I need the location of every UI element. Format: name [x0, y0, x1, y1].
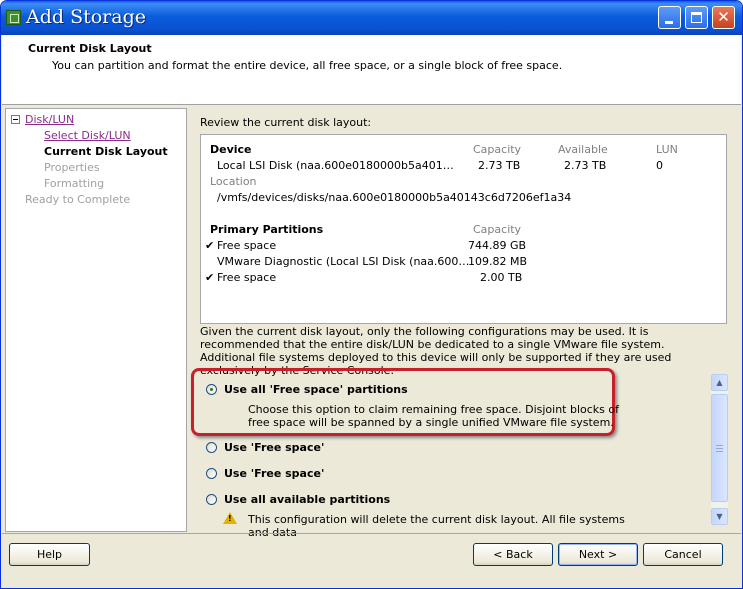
partition-capacity: 2.00 TB	[480, 271, 523, 284]
nav-item-properties: Properties	[44, 161, 100, 174]
nav-item-select-disk-lun[interactable]: Select Disk/LUN	[44, 129, 131, 142]
nav-item-disk-lun[interactable]: Disk/LUN	[25, 113, 74, 126]
scroll-thumb[interactable]	[711, 394, 728, 502]
back-button[interactable]: < Back	[473, 543, 553, 566]
partition-capacity-header: Capacity	[473, 223, 522, 236]
minimize-icon	[665, 21, 673, 24]
scroll-down-button[interactable]: ▼	[711, 508, 728, 525]
close-button[interactable]: ✕	[712, 6, 735, 29]
device-capacity: 2.73 TB	[478, 159, 521, 172]
window-title: Add Storage	[26, 6, 146, 28]
primary-partitions-header: Primary Partitions	[210, 223, 324, 236]
warning-icon: !	[223, 512, 237, 524]
main-pane: Review the current disk layout: Device C…	[190, 108, 738, 539]
help-button[interactable]: Help	[9, 543, 90, 566]
device-location: /vmfs/devices/disks/naa.600e0180000b5a40…	[217, 191, 572, 204]
options-scrollbar[interactable]: ▲ ▼	[711, 374, 728, 525]
minimize-button[interactable]	[658, 6, 681, 29]
page-title: Current Disk Layout	[28, 42, 152, 55]
title-bar[interactable]: Add Storage ✕	[1, 1, 742, 35]
partition-name: Free space	[217, 239, 277, 252]
scroll-grip	[716, 451, 723, 452]
option-radio-use-all-free-space[interactable]	[206, 384, 217, 395]
device-available: 2.73 TB	[564, 159, 607, 172]
footer-separator	[2, 533, 741, 534]
option-radio-use-free-space-2[interactable]	[206, 468, 217, 479]
nav-item-current-disk-layout: Current Disk Layout	[44, 145, 168, 158]
lun-header: LUN	[656, 143, 678, 156]
location-label: Location	[210, 175, 257, 188]
capacity-header: Capacity	[473, 143, 522, 156]
option-radio-use-all-available[interactable]	[206, 494, 217, 505]
partition-name: Free space	[217, 271, 277, 284]
device-name: Local LSI Disk (naa.600e0180000b5a401…	[217, 159, 454, 172]
partition-name: VMware Diagnostic (Local LSI Disk (naa.6…	[217, 255, 470, 268]
partition-capacity: 744.89 GB	[468, 239, 527, 252]
nav-item-formatting: Formatting	[44, 177, 105, 190]
next-button[interactable]: Next >	[558, 543, 638, 566]
scroll-grip	[716, 445, 723, 446]
add-storage-window: Add Storage ✕ Current Disk Layout You ca…	[0, 0, 743, 589]
wizard-steps-nav: Disk/LUN Select Disk/LUN Current Disk La…	[5, 108, 187, 532]
scroll-up-button[interactable]: ▲	[711, 374, 728, 391]
partition-check-icon: ✔	[205, 239, 215, 252]
option-warning-text: This configuration will delete the curre…	[248, 513, 625, 539]
option-radio-use-free-space-1[interactable]	[206, 442, 217, 453]
page-description: You can partition and format the entire …	[52, 59, 563, 72]
option-description: Choose this option to claim remaining fr…	[248, 403, 619, 429]
disk-layout-box: Device Capacity Available LUN Local LSI …	[200, 134, 727, 324]
option-label-use-all-free-space[interactable]: Use all 'Free space' partitions	[224, 383, 408, 396]
nav-item-ready-to-complete: Ready to Complete	[25, 193, 131, 206]
collapse-toggle-icon[interactable]	[11, 115, 20, 124]
partition-check-icon: ✔	[205, 271, 215, 284]
option-label-use-free-space-2[interactable]: Use 'Free space'	[224, 467, 324, 480]
review-label: Review the current disk layout:	[200, 116, 372, 129]
cancel-button[interactable]: Cancel	[643, 543, 723, 566]
available-header: Available	[558, 143, 608, 156]
device-header: Device	[210, 143, 252, 156]
device-lun: 0	[656, 159, 663, 172]
option-label-use-all-available[interactable]: Use all available partitions	[224, 493, 390, 506]
partition-capacity: 109.82 MB	[468, 255, 528, 268]
wizard-header: Current Disk Layout You can partition an…	[2, 35, 741, 105]
scroll-grip	[716, 448, 723, 449]
close-icon: ✕	[717, 8, 730, 26]
app-icon	[6, 10, 21, 25]
maximize-button[interactable]	[685, 6, 708, 29]
maximize-icon	[691, 12, 702, 23]
option-label-use-free-space-1[interactable]: Use 'Free space'	[224, 441, 324, 454]
